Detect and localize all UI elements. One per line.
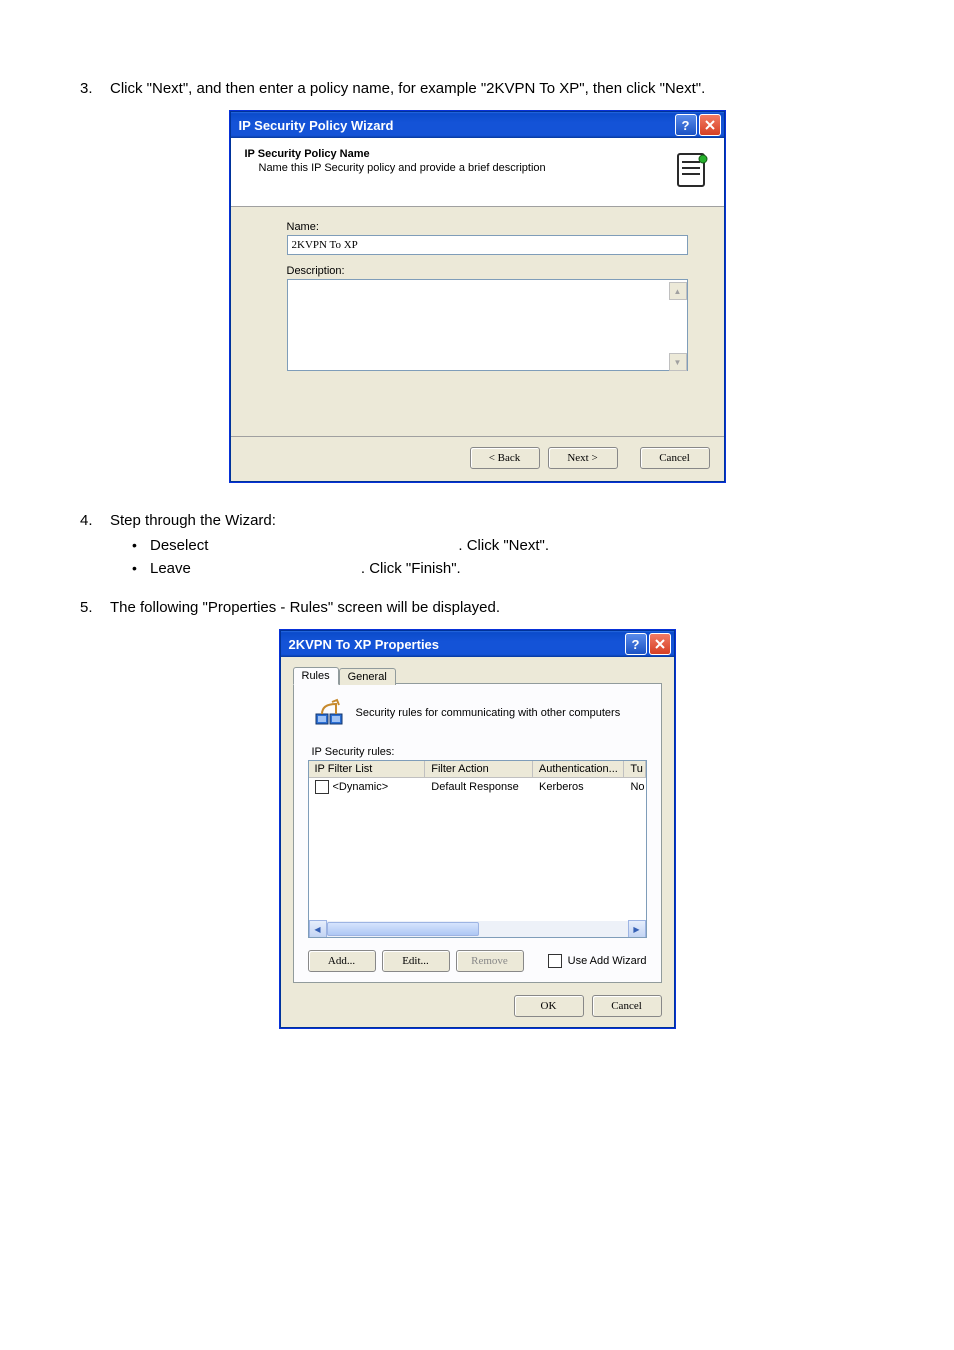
row-checkbox[interactable] <box>315 780 329 794</box>
properties-title: 2KVPN To XP Properties <box>289 637 440 652</box>
col-filter-action[interactable]: Filter Action <box>425 761 533 777</box>
step3-text: Click "Next", and then enter a policy na… <box>110 80 874 97</box>
cancel-button[interactable]: Cancel <box>640 447 710 469</box>
cancel-button[interactable]: Cancel <box>592 995 662 1017</box>
listview-header[interactable]: IP Filter List Filter Action Authenticat… <box>309 761 646 778</box>
close-button[interactable] <box>699 114 721 136</box>
step5-text: The following "Properties - Rules" scree… <box>110 599 874 616</box>
step4-text: Step through the Wizard: <box>110 512 874 529</box>
tab-general[interactable]: General <box>339 668 396 685</box>
cell-filter-list: <Dynamic> <box>333 781 389 793</box>
name-input[interactable] <box>287 235 688 255</box>
bullet-icon: • <box>132 560 150 576</box>
use-add-wizard-label: Use Add Wizard <box>568 955 647 967</box>
name-label: Name: <box>287 221 688 233</box>
step4a-part2: . Click "Next". <box>458 537 549 554</box>
security-rules-icon <box>314 698 344 728</box>
cell-authentication: Kerberos <box>533 779 624 795</box>
col-authentication[interactable]: Authentication... <box>533 761 624 777</box>
description-label: Description: <box>287 265 688 277</box>
wizard-titlebar: IP Security Policy Wizard ? <box>231 112 724 138</box>
list-number: 4 <box>80 512 110 585</box>
step4b-part2: . Click "Finish". <box>361 560 461 577</box>
scrollbar-thumb[interactable] <box>327 922 480 936</box>
cell-filter-action: Default Response <box>425 779 533 795</box>
rules-listview[interactable]: IP Filter List Filter Action Authenticat… <box>308 760 647 938</box>
wizard-title: IP Security Policy Wizard <box>239 118 394 133</box>
step4b-part1: Leave <box>150 560 191 577</box>
scroll-up-icon[interactable]: ▲ <box>669 282 687 300</box>
help-button[interactable]: ? <box>675 114 697 136</box>
ok-button[interactable]: OK <box>514 995 584 1017</box>
back-button[interactable]: < Back <box>470 447 540 469</box>
cell-tunnel: No <box>624 779 645 795</box>
rules-list-label: IP Security rules: <box>312 746 647 758</box>
wizard-subheading: Name this IP Security policy and provide… <box>259 162 546 174</box>
bullet-icon: • <box>132 537 150 553</box>
col-filter-list[interactable]: IP Filter List <box>309 761 426 777</box>
list-number: 5 <box>80 599 110 616</box>
scroll-left-icon[interactable]: ◀ <box>309 920 327 938</box>
properties-dialog: 2KVPN To XP Properties ? Rules General <box>280 630 675 1028</box>
col-tunnel[interactable]: Tu <box>624 761 645 777</box>
textarea-scrollbar[interactable]: ▲ ▼ <box>669 282 685 371</box>
use-add-wizard-option[interactable]: Use Add Wizard <box>548 954 647 968</box>
properties-titlebar: 2KVPN To XP Properties ? <box>281 631 674 657</box>
tab-rules[interactable]: Rules <box>293 667 339 685</box>
close-button[interactable] <box>649 633 671 655</box>
edit-button[interactable]: Edit... <box>382 950 450 972</box>
wizard-heading: IP Security Policy Name <box>245 148 546 160</box>
table-row[interactable]: <Dynamic> Default Response Kerberos No <box>309 778 646 796</box>
wizard-dialog: IP Security Policy Wizard ? IP Security … <box>230 111 725 482</box>
next-button[interactable]: Next > <box>548 447 618 469</box>
use-add-wizard-checkbox[interactable] <box>548 954 562 968</box>
list-number: 3 <box>80 80 110 97</box>
description-textarea[interactable] <box>287 279 688 371</box>
wizard-icon <box>668 148 712 192</box>
add-button[interactable]: Add... <box>308 950 376 972</box>
scroll-right-icon[interactable]: ▶ <box>628 920 646 938</box>
horizontal-scrollbar[interactable]: ◀ ▶ <box>309 921 646 937</box>
step4a-part1: Deselect <box>150 537 208 554</box>
help-button[interactable]: ? <box>625 633 647 655</box>
panel-description: Security rules for communicating with ot… <box>356 707 621 719</box>
remove-button: Remove <box>456 950 524 972</box>
scroll-down-icon[interactable]: ▼ <box>669 353 687 371</box>
